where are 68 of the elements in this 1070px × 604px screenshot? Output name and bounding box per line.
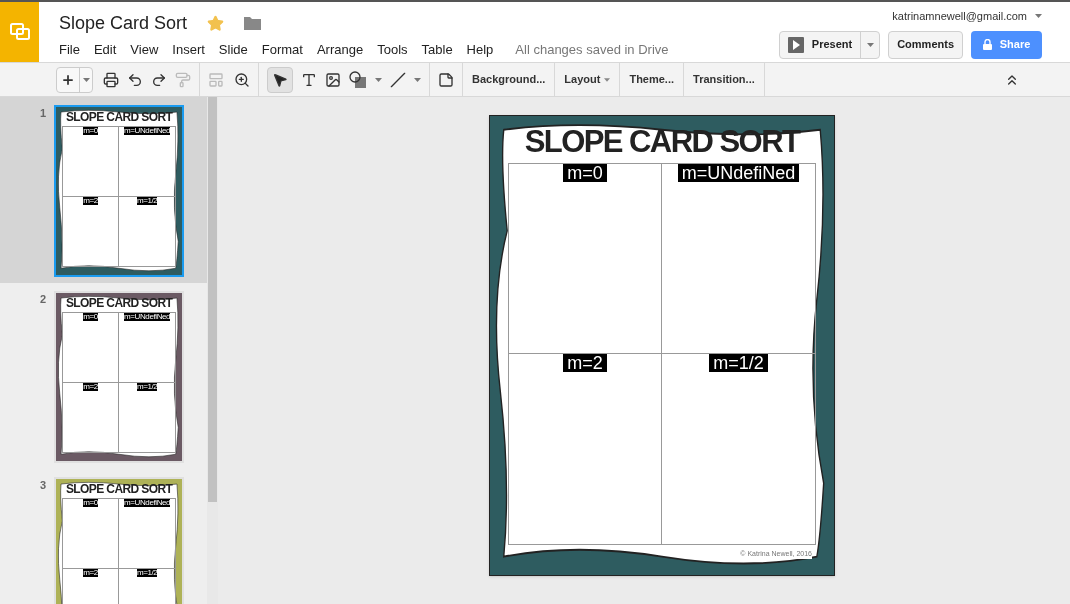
menu-item[interactable]: Tools [377, 40, 408, 60]
slide-number: 2 [40, 292, 47, 307]
menu-item[interactable]: File [59, 40, 80, 60]
menu-item[interactable]: Table [421, 40, 453, 60]
slope-label: m=2 [83, 568, 98, 577]
toolbar-button[interactable]: Theme... [620, 71, 684, 88]
document-title[interactable]: Slope Card Sort [59, 9, 188, 37]
toolbar-button[interactable]: Transition... [684, 71, 764, 88]
caret-icon[interactable] [414, 77, 421, 82]
menu-item[interactable]: Arrange [316, 40, 364, 60]
scrollbar[interactable] [207, 97, 218, 604]
slope-label: m=UNdefiNed [124, 499, 171, 507]
slope-label: m=1/2 [136, 196, 158, 205]
slope-label: m=1/2 [136, 382, 158, 391]
redo-icon[interactable] [151, 71, 167, 88]
speaker-notes-icon[interactable] [438, 71, 454, 88]
menu-item[interactable]: View [130, 40, 159, 60]
slope-label: m=0 [563, 164, 607, 182]
slope-label: m=0 [83, 499, 98, 507]
menu-item[interactable]: Slide [218, 40, 248, 60]
plus-icon[interactable] [61, 72, 75, 87]
text-box-icon[interactable] [301, 71, 317, 88]
menu-item[interactable]: Insert [172, 40, 205, 60]
slope-label: m=0 [83, 127, 98, 135]
slide-thumbnail-row[interactable]: 2 SLOPE CARD SORT m=0 m=UNdefiNed m=2 m=1/2 [0, 283, 207, 469]
undo-icon[interactable] [127, 71, 143, 88]
slide-title: SLOPE CARD SORT [64, 297, 174, 309]
slide-number: 3 [40, 478, 47, 493]
caret-icon [604, 77, 611, 82]
zoom-icon[interactable] [234, 71, 250, 88]
shapes-icon[interactable] [349, 70, 367, 89]
comments-button[interactable]: Comments [888, 30, 963, 59]
slide-thumbnail[interactable]: SLOPE CARD SORT m=0 m=UNdefiNed m=2 m=1/2 [54, 291, 185, 463]
slide-title: SLOPE CARD SORT [64, 483, 174, 495]
caret-icon[interactable] [1035, 14, 1042, 19]
print-icon[interactable] [103, 71, 119, 88]
slope-label: m=2 [563, 354, 607, 372]
menu-item[interactable]: Edit [93, 40, 117, 60]
caret-icon[interactable] [375, 77, 382, 82]
slope-label: m=0 [83, 313, 98, 321]
folder-icon[interactable] [244, 16, 262, 30]
account-email[interactable]: katrinamnewell@gmail.com [892, 8, 1027, 25]
slide-number: 1 [40, 106, 47, 121]
slide-thumbnail-row[interactable]: 1 SLOPE CARD SORT m=0 m=UNdefiNed m=2 m=1/2 [0, 97, 207, 283]
pointer-icon[interactable] [272, 71, 288, 88]
caret-icon[interactable] [866, 42, 874, 47]
save-status: All changes saved in Drive [515, 41, 669, 59]
menu-item[interactable]: Help [466, 40, 494, 60]
slope-label: m=1/2 [709, 354, 768, 372]
slide-title: SLOPE CARD SORT [64, 111, 174, 123]
slide-thumbnail-row[interactable]: 3 SLOPE CARD SORT m=0 m=UNdefiNed m=2 m=1/2 [0, 469, 207, 604]
menu-item[interactable]: Format [261, 40, 303, 60]
slope-label: m=2 [83, 382, 98, 391]
slope-label: m=1/2 [136, 568, 158, 577]
lock-icon [982, 39, 992, 50]
toolbar-button[interactable]: Background... [463, 71, 555, 88]
slope-label: m=2 [83, 196, 98, 205]
slide-thumbnail[interactable]: SLOPE CARD SORT m=0 m=UNdefiNed m=2 m=1/2 [54, 105, 185, 277]
toolbar-button[interactable]: Layout [555, 71, 620, 88]
caret-icon[interactable] [82, 77, 90, 82]
slide-thumbnail[interactable]: SLOPE CARD SORT m=0 m=UNdefiNed m=2 m=1/2 [54, 477, 185, 604]
star-icon[interactable] [207, 14, 225, 32]
slope-label: m=UNdefiNed [124, 313, 171, 321]
play-icon [787, 36, 804, 53]
slope-label: m=UNdefiNed [677, 164, 800, 182]
image-icon[interactable] [325, 71, 341, 88]
slope-label: m=UNdefiNed [124, 127, 171, 135]
line-icon[interactable] [390, 71, 406, 88]
